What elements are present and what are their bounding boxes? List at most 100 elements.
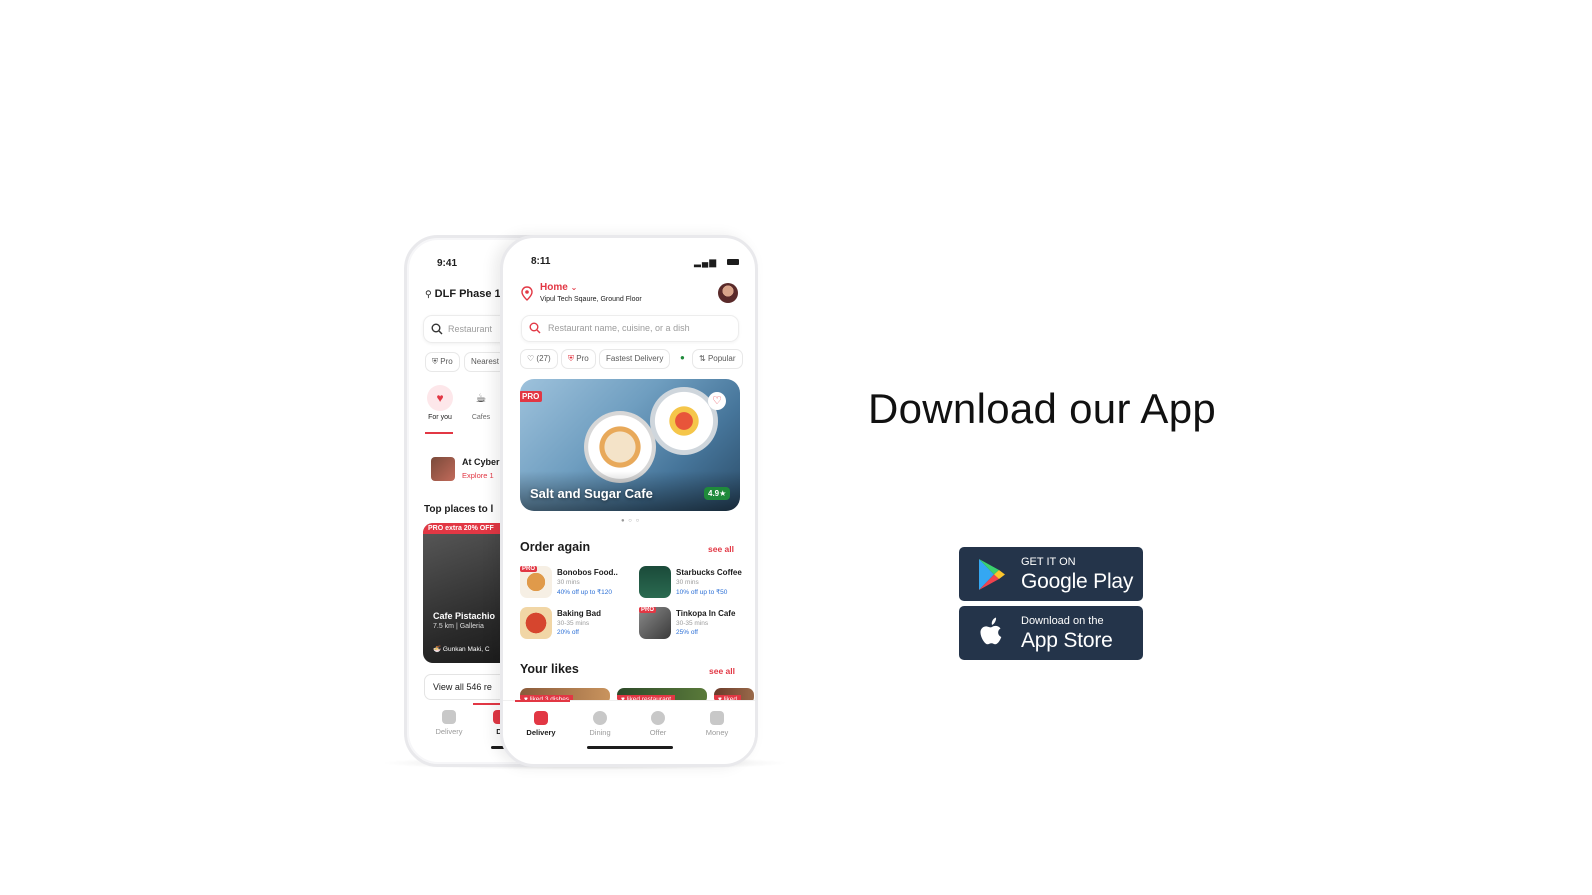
store-big-label: Google Play xyxy=(1021,569,1134,593)
your-likes-title: Your likes xyxy=(520,662,579,676)
nav-indicator xyxy=(515,700,570,702)
app-store-button[interactable]: Download on the App Store xyxy=(959,606,1143,660)
banner-thumbnail xyxy=(431,457,455,481)
filter-chip-pro[interactable]: ⛨ Pro xyxy=(425,352,460,372)
order-again-see-all-link[interactable]: see all xyxy=(708,544,734,554)
nav-label: Offer xyxy=(649,728,667,737)
location-title: Home xyxy=(540,282,568,293)
nav-dining[interactable]: Dining xyxy=(582,711,618,737)
nav-label: Delivery xyxy=(526,728,556,737)
heart-icon: ♡ xyxy=(527,354,535,363)
card-dish: 🍜 Gunkan Maki, C xyxy=(433,646,490,653)
app-store-text: Download on the App Store xyxy=(1021,614,1113,652)
item-name: Bonobos Food.. xyxy=(557,568,618,577)
item-time: 30-35 mins xyxy=(676,620,709,627)
status-time: 9:41 xyxy=(437,258,458,269)
chip-label: Nearest xyxy=(471,357,500,366)
nav-money[interactable]: Money xyxy=(699,711,735,737)
nav-label: Dining xyxy=(589,728,611,737)
card-subtitle: 7.5 km | Galleria xyxy=(433,623,484,630)
google-play-button[interactable]: GET IT ON Google Play xyxy=(959,547,1143,601)
chip-label: (27) xyxy=(536,354,551,363)
item-name: Starbucks Coffee xyxy=(676,568,742,577)
nav-delivery[interactable]: Delivery xyxy=(429,710,469,736)
apple-icon xyxy=(980,617,1002,645)
avatar[interactable] xyxy=(718,283,738,303)
item-time: 30 mins xyxy=(676,579,699,586)
banner-subtitle: Explore 1 xyxy=(462,471,494,480)
category-label: Cafes xyxy=(471,414,491,421)
order-thumbnail xyxy=(520,607,552,639)
item-offer: 40% off up to ₹120 xyxy=(557,589,612,596)
order-item[interactable]: PRO Bonobos Food.. 30 mins 40% off up to… xyxy=(520,566,630,600)
section-title: Top places to l xyxy=(424,504,494,515)
store-small-label: Download on the xyxy=(1021,614,1104,627)
location-pin-icon xyxy=(521,286,533,301)
location-label: DLF Phase 1, xyxy=(434,288,504,300)
location-address: Vipul Tech Sqaure, Ground Floor xyxy=(540,296,642,303)
pro-tag: PRO xyxy=(520,391,543,402)
order-again-title: Order again xyxy=(520,540,591,554)
search-icon xyxy=(529,322,541,334)
wallet-icon xyxy=(710,711,724,725)
filter-chip-fastest-delivery[interactable]: Fastest Delivery xyxy=(599,349,671,369)
filter-chip-popular[interactable]: ⇅ Popular xyxy=(692,349,743,369)
google-play-text: GET IT ON Google Play xyxy=(1021,555,1134,593)
person-pin-icon: ⚲ xyxy=(425,289,432,299)
category-label: For you xyxy=(428,414,452,421)
search-input[interactable]: Restaurant name, cuisine, or a dish xyxy=(521,315,739,342)
percent-badge-icon xyxy=(651,711,665,725)
signal-icon: ▂▄▆ xyxy=(694,257,718,267)
download-headline: Download our App xyxy=(868,385,1217,432)
store-big-label: App Store xyxy=(1021,628,1113,652)
order-item[interactable]: Starbucks Coffee 30 mins 10% off up to ₹… xyxy=(639,566,749,600)
chevron-down-icon: ⌄ xyxy=(570,283,578,292)
home-indicator xyxy=(587,746,673,749)
chat-heart-icon: ♥ xyxy=(427,385,453,411)
leaf-icon: ● xyxy=(680,353,685,362)
nav-label: Money xyxy=(705,728,729,737)
order-item[interactable]: PRO Tinkopa In Cafe 30-35 mins 25% off xyxy=(639,607,749,641)
banner-title: At Cyber xyxy=(462,457,500,467)
item-offer: 25% off xyxy=(676,629,698,636)
favorite-heart-icon[interactable]: ♡ xyxy=(708,392,726,410)
your-likes-see-all-link[interactable]: see all xyxy=(709,666,735,676)
chip-label: Popular xyxy=(707,354,736,363)
hero-title: Salt and Sugar Cafe xyxy=(530,486,653,501)
location-selector[interactable]: Home ⌄ xyxy=(540,282,577,293)
front-phone-mockup: 8:11 ▂▄▆ Home ⌄ Vipul Tech Sqaure, Groun… xyxy=(500,235,758,767)
google-play-icon xyxy=(979,558,1005,590)
leaf-filter[interactable]: ● xyxy=(678,349,687,369)
item-name: Tinkopa In Cafe xyxy=(676,609,736,618)
hero-restaurant-card[interactable]: PRO ♡ Salt and Sugar Cafe 4.9★ xyxy=(520,379,740,511)
dish-label: Gunkan Maki, C xyxy=(442,646,490,653)
chip-label: Pro xyxy=(440,357,453,366)
store-small-label: GET IT ON xyxy=(1021,555,1076,568)
order-thumbnail xyxy=(639,566,671,598)
order-item[interactable]: Baking Bad 30-35 mins 20% off xyxy=(520,607,630,641)
item-name: Baking Bad xyxy=(557,609,602,618)
rating-badge: 4.9★ xyxy=(704,487,731,500)
filter-chip-favourites[interactable]: ♡ (27) xyxy=(520,349,558,369)
nav-label: Delivery xyxy=(435,727,463,736)
scooter-icon xyxy=(442,710,456,724)
category-underline xyxy=(425,432,453,434)
page: 9:41 ⚲ DLF Phase 1, Restaurant ⛨ Pro Nea… xyxy=(0,0,1592,895)
category-for-you[interactable]: ♥ For you xyxy=(427,385,453,421)
battery-icon xyxy=(727,259,739,265)
filter-chip-pro[interactable]: ⛨ Pro xyxy=(561,349,596,369)
chip-label: Fastest Delivery xyxy=(606,354,664,363)
pro-tag: PRO xyxy=(639,607,657,613)
carousel-dots: ● ○ ○ xyxy=(621,518,641,524)
status-time: 8:11 xyxy=(531,256,551,267)
coffee-cup-icon: ☕ xyxy=(468,385,494,411)
status-icons: ▂▄▆ xyxy=(694,257,717,268)
category-cafes[interactable]: ☕ Cafes xyxy=(468,385,494,421)
chip-label: Pro xyxy=(576,354,589,363)
item-offer: 10% off up to ₹50 xyxy=(676,589,728,596)
search-icon xyxy=(431,323,443,335)
nav-delivery[interactable]: Delivery xyxy=(523,711,559,737)
nav-offer[interactable]: Offer xyxy=(640,711,676,737)
location-title: ⚲ DLF Phase 1, xyxy=(425,288,504,300)
card-title: Cafe Pistachio xyxy=(433,611,496,621)
